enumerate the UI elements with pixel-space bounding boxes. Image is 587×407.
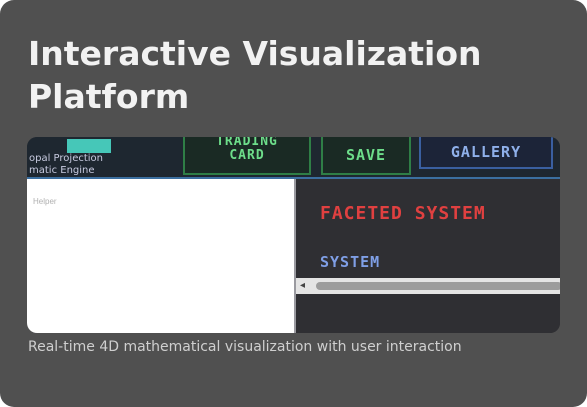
horizontal-scrollbar[interactable]: ◂ [296, 278, 560, 294]
trading-card-button[interactable]: TRADING CARD [183, 137, 311, 175]
card-title: Interactive Visualization Platform [28, 34, 482, 116]
system-label[interactable]: SYSTEM [320, 253, 380, 271]
preview-thumbnail [67, 139, 111, 153]
card-caption: Real-time 4D mathematical visualization … [28, 339, 462, 355]
preview-engine-text: matic Engine [29, 165, 95, 176]
trading-card-label: CARD [229, 148, 265, 163]
canvas-placeholder: Helper [33, 197, 57, 206]
preview-screenshot: opal Projection matic Engine TRADING CAR… [27, 137, 560, 333]
project-card[interactable]: Interactive Visualization Platform opal … [0, 0, 587, 407]
scroll-left-icon[interactable]: ◂ [300, 280, 305, 292]
scrollbar-thumb[interactable] [316, 282, 560, 290]
preview-projection-text: opal Projection [29, 153, 103, 164]
canvas-panel[interactable]: Helper [27, 179, 294, 333]
save-button[interactable]: SAVE [321, 137, 411, 175]
faceted-system-label[interactable]: FACETED SYSTEM [320, 203, 486, 224]
preview-toolbar: opal Projection matic Engine TRADING CAR… [27, 137, 560, 179]
gallery-button[interactable]: GALLERY [419, 137, 553, 169]
control-panel: FACETED SYSTEM SYSTEM ◂ [294, 179, 560, 333]
